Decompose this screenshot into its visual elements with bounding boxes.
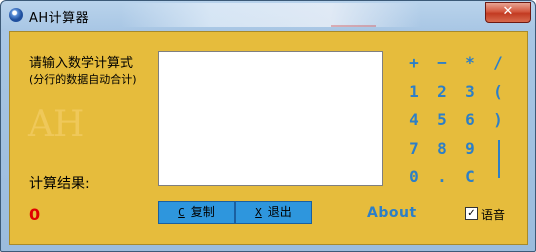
key-minus[interactable]: − [434, 53, 450, 72]
key-9[interactable]: 9 [462, 139, 478, 158]
key-7[interactable]: 7 [406, 139, 422, 158]
key-6[interactable]: 6 [462, 110, 478, 129]
about-link[interactable]: About [367, 205, 417, 221]
background-reflection [331, 25, 376, 27]
input-prompt: 请输入数学计算式 [29, 56, 134, 71]
copy-button[interactable]: C 复制 [158, 201, 235, 224]
expression-input[interactable] [158, 51, 383, 186]
app-icon [9, 8, 23, 22]
window-title: AH计算器 [29, 11, 90, 26]
key-clear[interactable]: C [462, 167, 478, 186]
key-8[interactable]: 8 [434, 139, 450, 158]
close-button[interactable]: ✕ [485, 2, 531, 23]
close-icon: ✕ [502, 4, 514, 19]
key-0[interactable]: 0 [406, 167, 422, 186]
voice-label: 语音 [481, 208, 506, 222]
result-label: 计算结果: [29, 176, 90, 192]
key-3[interactable]: 3 [462, 82, 478, 101]
key-divide[interactable]: / [490, 53, 506, 72]
title-bar-glass [121, 3, 421, 27]
key-open-paren[interactable]: ( [490, 82, 506, 101]
exit-button-label: 退出 [267, 205, 292, 219]
input-hint: (分行的数据自动合计) [29, 73, 137, 86]
key-2[interactable]: 2 [434, 82, 450, 101]
key-5[interactable]: 5 [434, 110, 450, 129]
watermark-logo: AH [28, 104, 84, 145]
check-icon: ✓ [467, 208, 476, 219]
enter-key-bar[interactable] [498, 140, 500, 178]
key-plus[interactable]: + [406, 53, 422, 72]
result-value: 0 [29, 205, 41, 224]
key-close-paren[interactable]: ) [490, 110, 506, 129]
key-multiply[interactable]: * [462, 53, 478, 72]
copy-button-label: 复制 [190, 205, 215, 219]
copy-shortcut-key: C [178, 206, 185, 219]
calculator-panel: 请输入数学计算式 (分行的数据自动合计) AH 计算结果: 0 C 复制 X 退出 … [9, 31, 528, 245]
exit-shortcut-key: X [255, 206, 262, 219]
key-decimal[interactable]: . [434, 167, 450, 186]
voice-checkbox[interactable]: ✓ [465, 207, 478, 220]
app-window: AH计算器 ✕ 请输入数学计算式 (分行的数据自动合计) AH 计算结果: 0 … [0, 0, 536, 252]
exit-button[interactable]: X 退出 [235, 201, 312, 224]
key-1[interactable]: 1 [406, 82, 422, 101]
title-bar[interactable]: AH计算器 ✕ [1, 1, 535, 31]
key-4[interactable]: 4 [406, 110, 422, 129]
